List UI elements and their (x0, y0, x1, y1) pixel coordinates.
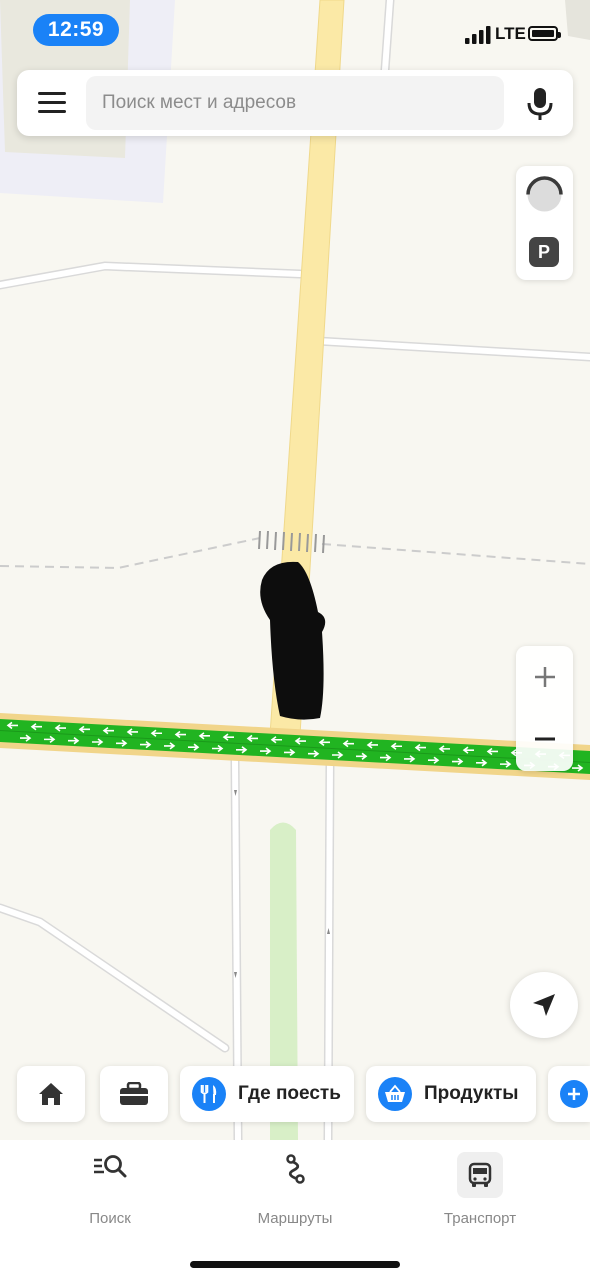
plus-icon (534, 667, 555, 687)
briefcase-icon (120, 1082, 148, 1105)
home-icon (39, 1083, 63, 1105)
tab-label: Маршруты (257, 1210, 333, 1227)
home-indicator (190, 1261, 400, 1268)
search-input[interactable] (86, 76, 504, 130)
status-bar: 12:59 LTE (0, 0, 590, 62)
search-list-icon (94, 1155, 127, 1178)
minus-icon (534, 737, 555, 741)
network-type: LTE (495, 24, 526, 43)
bottom-tab-bar: Поиск Маршруты Транспорт (0, 1140, 590, 1280)
zoom-controls (516, 646, 573, 771)
chip-label: Где поесть (238, 1083, 341, 1104)
map-layers-panel: P (516, 166, 573, 280)
zoom-in-button[interactable] (516, 646, 573, 708)
parking-layer-button[interactable]: P (529, 237, 559, 267)
tab-search[interactable]: Поиск (12, 1140, 208, 1240)
battery-icon (528, 26, 561, 41)
chip-label: Продукты (424, 1083, 519, 1104)
tab-routes[interactable]: Маршруты (197, 1140, 393, 1240)
quick-actions: Где поесть Продукты (0, 1066, 590, 1124)
signal-strength-icon (465, 26, 491, 44)
where-to-eat-chip[interactable]: Где поесть (180, 1066, 354, 1122)
navigation-arrow-icon (533, 994, 555, 1016)
zoom-out-button[interactable] (516, 708, 573, 770)
my-location-button[interactable] (510, 972, 578, 1038)
tab-label: Поиск (89, 1210, 131, 1227)
groceries-chip[interactable]: Продукты (366, 1066, 536, 1122)
route-icon (286, 1154, 305, 1184)
status-time: 12:59 (33, 14, 119, 46)
tab-label: Транспорт (443, 1210, 517, 1227)
search-bar (17, 70, 573, 136)
hamburger-menu-icon[interactable] (38, 92, 66, 114)
microphone-icon[interactable] (523, 86, 557, 122)
fork-knife-icon (192, 1077, 226, 1111)
home-chip[interactable] (17, 1066, 85, 1122)
traffic-gauge-icon[interactable] (526, 176, 563, 213)
bus-icon (457, 1152, 503, 1198)
plus-icon (560, 1080, 588, 1108)
add-place-chip[interactable] (548, 1066, 590, 1122)
basket-icon (378, 1077, 412, 1111)
tab-transport[interactable]: Транспорт (382, 1140, 578, 1240)
work-chip[interactable] (100, 1066, 168, 1122)
